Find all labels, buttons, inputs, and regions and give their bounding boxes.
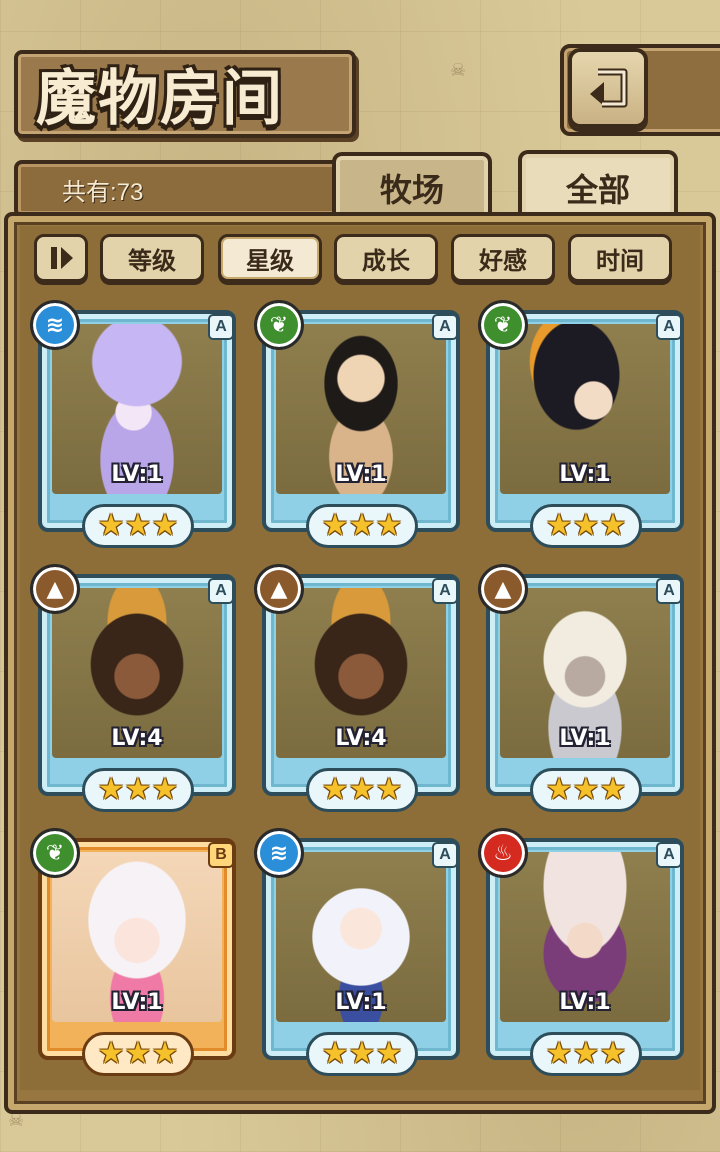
element-glyph: ▲ [46, 576, 64, 602]
star-icon: ★ [124, 1036, 152, 1071]
element-glyph: ≋ [45, 312, 65, 338]
star-icon: ★ [124, 772, 152, 807]
card-star-rating: ★ ★ ★ [530, 768, 642, 812]
star-icon: ★ [599, 1036, 627, 1071]
sort-toggle-button[interactable] [34, 234, 88, 282]
star-icon: ★ [572, 508, 600, 543]
card-star-rating: ★ ★ ★ [530, 504, 642, 548]
card-level: LV:4 [111, 726, 163, 751]
sort-toggle-icon [51, 247, 73, 269]
monster-card[interactable]: LV:1 ★ ★ ★ ≋ A [254, 828, 468, 1088]
card-rank-badge: A [432, 314, 458, 340]
back-button[interactable] [568, 48, 648, 128]
card-star-rating: ★ ★ ★ [530, 1032, 642, 1076]
card-star-rating: ★ ★ ★ [82, 1032, 194, 1076]
element-glyph: ▲ [494, 576, 512, 602]
star-icon: ★ [375, 1036, 403, 1071]
tab-all-label: 全部 [565, 171, 630, 209]
earth-element-icon: ▲ [30, 564, 80, 614]
water-element-icon: ≋ [254, 828, 304, 878]
tab-ranch[interactable]: 牧场 [332, 152, 492, 220]
star-icon: ★ [321, 772, 349, 807]
filter-star-button[interactable]: 星级 [218, 234, 322, 282]
monster-card[interactable]: LV:4 ★ ★ ★ ▲ A [30, 564, 244, 824]
star-icon: ★ [151, 1036, 179, 1071]
earth-element-icon: ▲ [254, 564, 304, 614]
leaf-element-icon: ❦ [254, 300, 304, 350]
star-icon: ★ [545, 1036, 573, 1071]
page-title: 魔物房间 [36, 64, 284, 134]
star-icon: ★ [375, 772, 403, 807]
star-icon: ★ [348, 508, 376, 543]
filter-level-button[interactable]: 等级 [100, 234, 204, 282]
card-rank-badge: A [656, 842, 682, 868]
card-level: LV:1 [335, 462, 387, 487]
star-icon: ★ [599, 772, 627, 807]
card-rank-badge: A [208, 578, 234, 604]
element-glyph: ▲ [270, 576, 288, 602]
card-level: LV:1 [559, 462, 611, 487]
card-star-rating: ★ ★ ★ [306, 768, 418, 812]
element-glyph: ❦ [269, 312, 289, 338]
star-icon: ★ [97, 508, 125, 543]
star-icon: ★ [572, 1036, 600, 1071]
card-rank-badge: A [432, 842, 458, 868]
star-icon: ★ [151, 772, 179, 807]
star-icon: ★ [375, 508, 403, 543]
card-star-rating: ★ ★ ★ [306, 1032, 418, 1076]
card-level: LV:1 [335, 990, 387, 1015]
element-glyph: ❦ [493, 312, 513, 338]
monster-card[interactable]: LV:1 ★ ★ ★ ❦ A [254, 300, 468, 560]
star-icon: ★ [599, 508, 627, 543]
star-icon: ★ [545, 772, 573, 807]
leaf-element-icon: ❦ [30, 828, 80, 878]
star-icon: ★ [348, 1036, 376, 1071]
card-level: LV:1 [111, 462, 163, 487]
card-star-rating: ★ ★ ★ [82, 768, 194, 812]
star-icon: ★ [151, 508, 179, 543]
card-level: LV:1 [559, 990, 611, 1015]
skull-map-icon: ☠ [450, 60, 467, 81]
star-icon: ★ [97, 772, 125, 807]
card-rank-badge: A [432, 578, 458, 604]
star-icon: ★ [348, 772, 376, 807]
filter-time-button[interactable]: 时间 [568, 234, 672, 282]
card-rank-badge: A [656, 314, 682, 340]
card-level: LV:4 [335, 726, 387, 751]
star-icon: ★ [97, 1036, 125, 1071]
monster-card[interactable]: LV:1 ★ ★ ★ ≋ A [30, 300, 244, 560]
monster-card[interactable]: LV:1 ★ ★ ★ ❦ B [30, 828, 244, 1088]
star-icon: ★ [545, 508, 573, 543]
card-level: LV:1 [111, 990, 163, 1015]
monster-card[interactable]: LV:1 ★ ★ ★ ▲ A [478, 564, 692, 824]
return-arrow-icon [590, 68, 628, 108]
star-icon: ★ [321, 508, 349, 543]
water-element-icon: ≋ [30, 300, 80, 350]
star-icon: ★ [321, 1036, 349, 1071]
card-rank-badge: B [208, 842, 234, 868]
monster-card[interactable]: LV:4 ★ ★ ★ ▲ A [254, 564, 468, 824]
card-star-rating: ★ ★ ★ [82, 504, 194, 548]
bottom-ledge [0, 1108, 720, 1152]
element-glyph: ♨ [493, 840, 513, 866]
leaf-element-icon: ❦ [478, 300, 528, 350]
monster-card[interactable]: LV:1 ★ ★ ★ ❦ A [478, 300, 692, 560]
card-star-rating: ★ ★ ★ [306, 504, 418, 548]
monster-card[interactable]: LV:1 ★ ★ ★ ♨ A [478, 828, 692, 1088]
element-glyph: ≋ [269, 840, 289, 866]
fire-element-icon: ♨ [478, 828, 528, 878]
star-icon: ★ [124, 508, 152, 543]
filter-affection-button[interactable]: 好感 [451, 234, 555, 282]
card-rank-badge: A [656, 578, 682, 604]
tab-ranch-label: 牧场 [379, 171, 444, 209]
card-rank-badge: A [208, 314, 234, 340]
star-icon: ★ [572, 772, 600, 807]
card-level: LV:1 [559, 726, 611, 751]
element-glyph: ❦ [45, 840, 65, 866]
monster-count: 共有:73 [62, 179, 144, 206]
filter-growth-button[interactable]: 成长 [334, 234, 438, 282]
earth-element-icon: ▲ [478, 564, 528, 614]
